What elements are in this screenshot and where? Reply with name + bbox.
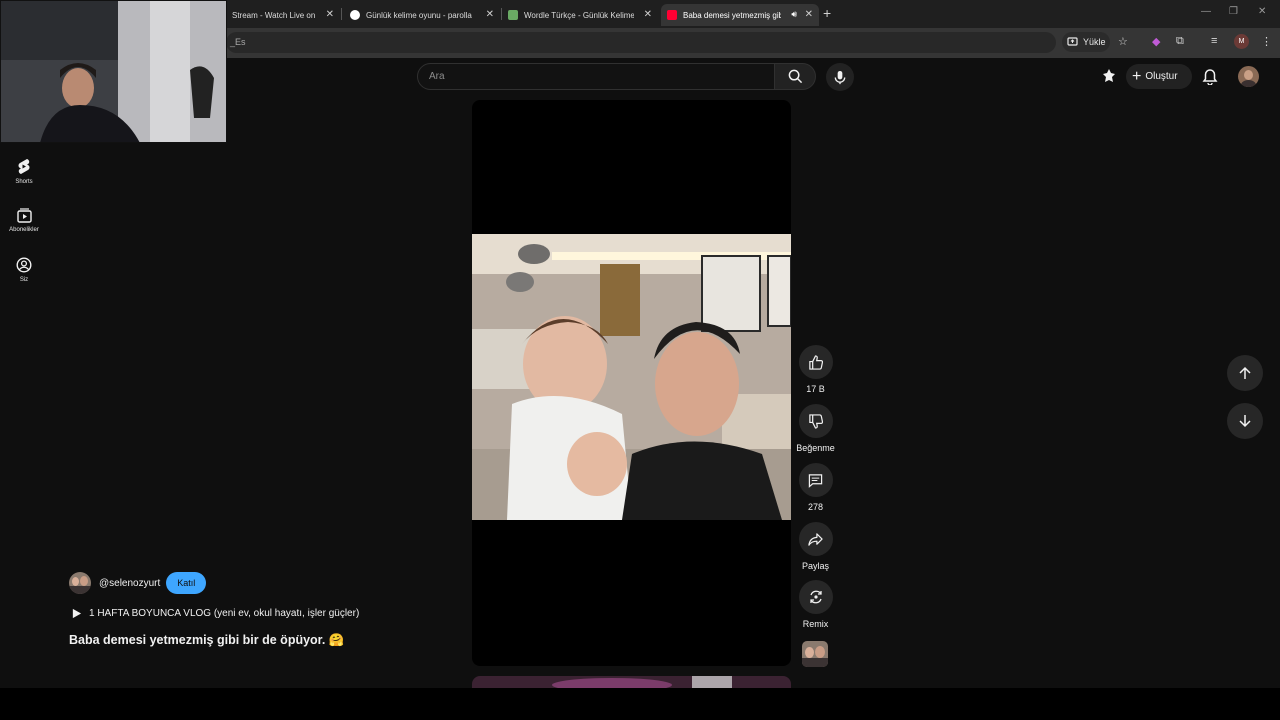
tab-title: Baba demesi yetmezmiş gibi	[683, 10, 781, 20]
close-window-icon[interactable]: ✕	[1258, 6, 1266, 17]
streamer-webcam-image	[0, 0, 227, 143]
you-icon	[16, 257, 32, 273]
search-button[interactable]	[774, 63, 816, 90]
sidebar-item-subscriptions[interactable]: Abonelikler	[0, 208, 48, 233]
comment-count: 278	[807, 502, 824, 512]
shorts-video-player[interactable]	[472, 100, 791, 666]
tab-title: Günlük kelime oyunu - parolla	[366, 10, 472, 20]
next-short-preview[interactable]	[472, 676, 791, 688]
sidebar-item-shorts[interactable]: Shorts	[0, 158, 48, 185]
arrow-up-icon	[1239, 366, 1251, 379]
arrow-down-icon	[1239, 415, 1251, 428]
tab-stream[interactable]: Stream - Watch Live on ✕	[226, 4, 340, 26]
tab-title: Wordle Türkçe - Günlük Kelime	[524, 10, 634, 20]
profile-avatar[interactable]: M	[1234, 34, 1249, 49]
playlist-link[interactable]: 1 HAFTA BOYUNCA VLOG (yeni ev, okul haya…	[71, 608, 359, 619]
sidebar-item-you[interactable]: Siz	[0, 257, 48, 283]
remix-icon	[809, 590, 822, 604]
create-shorts-icon[interactable]	[1101, 68, 1117, 89]
shorts-icon	[18, 159, 30, 174]
like-button[interactable]: 17 B	[795, 345, 836, 394]
youtube-icon	[667, 10, 677, 20]
share-button[interactable]: Paylaş	[795, 522, 836, 571]
search-icon	[788, 69, 802, 84]
dislike-button[interactable]: Beğenme	[795, 404, 836, 453]
remix-button[interactable]: Remix	[795, 580, 836, 629]
extension-icon[interactable]: ◆	[1152, 35, 1160, 48]
share-label: Paylaş	[801, 561, 829, 571]
channel-avatar[interactable]	[69, 572, 91, 594]
short-title: Baba demesi yetmezmiş gibi bir de öpüyor…	[69, 633, 345, 647]
upload-label: Yükle	[1083, 37, 1106, 47]
wordle-icon	[508, 10, 518, 20]
speaker-icon[interactable]: 🔊︎	[791, 9, 797, 20]
minimize-icon[interactable]: —	[1201, 6, 1211, 17]
share-icon	[808, 532, 823, 546]
remix-label: Remix	[802, 619, 829, 629]
close-icon[interactable]: ✕	[326, 9, 334, 20]
comments-button[interactable]: 278	[795, 463, 836, 512]
sidebar-item-label: Siz	[19, 277, 29, 283]
create-button[interactable]: + Oluştur	[1126, 64, 1192, 89]
channel-row: @selenozyurt Katıl	[69, 572, 207, 594]
dislike-label: Beğenme	[796, 443, 835, 453]
tab-divider	[341, 8, 342, 20]
taskbar-strip	[0, 688, 1280, 720]
like-count: 17 B	[806, 384, 825, 394]
google-icon	[350, 10, 360, 20]
search-input[interactable]: Ara	[417, 63, 775, 90]
thumbs-down-icon	[809, 413, 823, 429]
previous-short-button[interactable]	[1227, 355, 1263, 391]
maximize-icon[interactable]: ❐	[1229, 6, 1238, 17]
sidebar-item-label: Shorts	[15, 179, 33, 185]
comment-icon	[808, 473, 823, 488]
upload-icon	[1067, 37, 1078, 46]
play-icon	[72, 608, 82, 619]
sound-thumbnail[interactable]	[802, 641, 828, 667]
close-icon[interactable]: ✕	[486, 9, 494, 20]
next-short-button[interactable]	[1227, 403, 1263, 439]
webcam-overlay	[0, 0, 227, 143]
new-tab-button[interactable]: +	[823, 5, 831, 21]
extensions-puzzle-icon[interactable]: ⧉	[1176, 35, 1184, 48]
thumbs-up-icon	[809, 354, 823, 370]
menu-kebab-icon[interactable]: ⋮	[1261, 35, 1272, 48]
playlist-title: 1 HAFTA BOYUNCA VLOG (yeni ev, okul haya…	[89, 608, 360, 619]
create-label: Oluştur	[1145, 71, 1178, 82]
account-avatar[interactable]	[1238, 66, 1259, 87]
tab-youtube-short[interactable]: Baba demesi yetmezmiş gibi 🔊︎ ✕	[661, 4, 819, 26]
subscriptions-icon	[16, 208, 32, 223]
address-bar[interactable]	[226, 32, 1056, 53]
address-bar-text: _Es	[230, 37, 246, 47]
video-frame-image	[472, 234, 791, 520]
sidebar-item-label: Abonelikler	[9, 227, 39, 233]
join-button[interactable]: Katıl	[166, 572, 207, 594]
media-control-icon[interactable]: ≡	[1211, 35, 1217, 47]
search-placeholder: Ara	[429, 71, 445, 82]
upload-button[interactable]: Yükle	[1062, 32, 1110, 52]
microphone-icon	[834, 70, 846, 84]
close-icon[interactable]: ✕	[644, 9, 652, 20]
close-icon[interactable]: ✕	[805, 9, 813, 20]
plus-icon: +	[1132, 67, 1142, 85]
notifications-bell-icon[interactable]	[1202, 68, 1218, 90]
tab-title: Stream - Watch Live on	[232, 10, 316, 20]
channel-handle[interactable]: @selenozyurt	[99, 578, 160, 589]
tab-wordle[interactable]: Wordle Türkçe - Günlük Kelime ✕	[502, 4, 658, 26]
voice-search-button[interactable]	[826, 63, 854, 91]
tab-gunluk-kelime[interactable]: Günlük kelime oyunu - parolla ✕	[344, 4, 500, 26]
bookmark-star-icon[interactable]: ☆	[1118, 35, 1128, 48]
